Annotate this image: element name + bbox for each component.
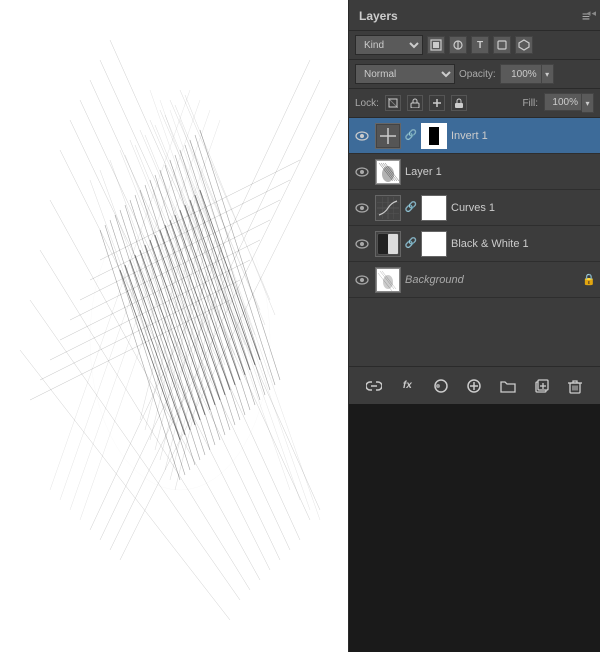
lock-row: Lock: Fill: 100% ▾	[349, 89, 600, 118]
opacity-input[interactable]: 100%	[500, 64, 542, 84]
layer-mask-invert1	[421, 123, 447, 149]
visibility-toggle-curves1[interactable]	[353, 199, 371, 217]
background-lock-icon: 🔒	[582, 273, 596, 286]
blend-mode-select[interactable]: Normal	[355, 64, 455, 84]
layer-row[interactable]: Background 🔒	[349, 262, 600, 298]
bottom-toolbar: fx	[349, 366, 600, 404]
delete-layer-btn[interactable]	[564, 375, 586, 397]
layer-name-bw1: Black & White 1	[451, 238, 596, 250]
collapse-arrows[interactable]: ◂◂	[586, 8, 596, 19]
layer-name-curves1: Curves 1	[451, 202, 596, 214]
visibility-toggle-bw1[interactable]	[353, 235, 371, 253]
new-group-btn[interactable]	[497, 375, 519, 397]
panel-empty-area	[349, 404, 600, 652]
visibility-toggle-invert1[interactable]	[353, 127, 371, 145]
layer-thumb-layer1	[375, 159, 401, 185]
layers-panel: ◂◂ Layers ≡ Kind T Normal Opacity:	[348, 0, 600, 652]
layer-mask-curves1	[421, 195, 447, 221]
layers-list: 🔗 Invert 1 Layer 1	[349, 118, 600, 366]
blend-row: Normal Opacity: 100% ▾	[349, 60, 600, 89]
layer-name-invert1: Invert 1	[451, 130, 596, 142]
layer-name-layer1: Layer 1	[405, 166, 596, 178]
chain-icon-curves1: 🔗	[405, 195, 417, 221]
layer-thumb-curves1-adj	[375, 195, 401, 221]
smart-filter-btn[interactable]	[515, 36, 533, 54]
chain-icon-bw1: 🔗	[405, 231, 417, 257]
type-filter-btn[interactable]: T	[471, 36, 489, 54]
fx-label: fx	[403, 380, 412, 391]
layer-mask-bw1	[421, 231, 447, 257]
pixel-filter-btn[interactable]	[427, 36, 445, 54]
opacity-label: Opacity:	[459, 69, 496, 80]
chain-icon-invert1: 🔗	[405, 123, 417, 149]
layer-row[interactable]: Layer 1	[349, 154, 600, 190]
fill-arrow[interactable]: ▾	[582, 93, 594, 113]
lock-label: Lock:	[355, 98, 379, 109]
visibility-toggle-background[interactable]	[353, 271, 371, 289]
adjustment-filter-btn[interactable]	[449, 36, 467, 54]
lock-position-btn[interactable]	[429, 95, 445, 111]
layer-row[interactable]: 🔗 Black & White 1	[349, 226, 600, 262]
new-layer-btn[interactable]	[531, 375, 553, 397]
layer-thumb-bw1-adj	[375, 231, 401, 257]
opacity-arrow[interactable]: ▾	[542, 64, 554, 84]
shape-filter-btn[interactable]	[493, 36, 511, 54]
kind-select[interactable]: Kind	[355, 35, 423, 55]
panel-header: Layers ≡	[349, 0, 600, 31]
layer-thumb-background	[375, 267, 401, 293]
add-mask-btn[interactable]	[430, 375, 452, 397]
fill-label: Fill:	[522, 98, 538, 109]
layer-name-background: Background	[405, 274, 578, 286]
canvas-area	[0, 0, 348, 652]
layer-row[interactable]: 🔗 Curves 1	[349, 190, 600, 226]
visibility-toggle-layer1[interactable]	[353, 163, 371, 181]
lock-all-btn[interactable]	[451, 95, 467, 111]
layer-row[interactable]: 🔗 Invert 1	[349, 118, 600, 154]
layer-thumb-invert1-adj	[375, 123, 401, 149]
lock-image-btn[interactable]	[407, 95, 423, 111]
canvas-image	[0, 0, 348, 652]
layer-effects-btn[interactable]: fx	[396, 375, 418, 397]
fill-input[interactable]: 100%	[544, 93, 582, 111]
link-layers-btn[interactable]	[363, 375, 385, 397]
panel-title: Layers	[359, 9, 398, 23]
new-adjustment-btn[interactable]	[463, 375, 485, 397]
lock-transparent-btn[interactable]	[385, 95, 401, 111]
filter-row: Kind T	[349, 31, 600, 60]
